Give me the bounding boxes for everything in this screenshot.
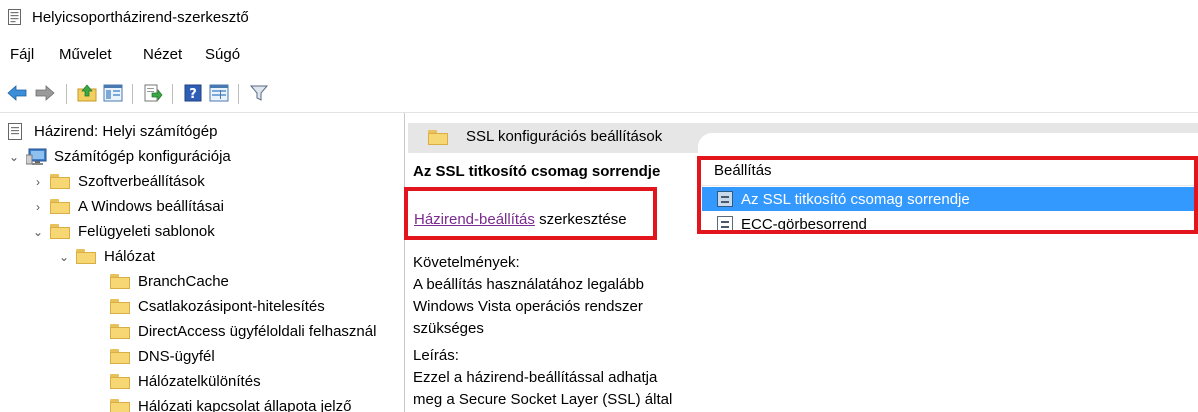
folder-icon (50, 174, 70, 189)
tree-item-label: Csatlakozásipont-hitelesítés (138, 298, 325, 315)
tree-item-admin-templates[interactable]: ⌄ Felügyeleti sablonok (30, 219, 215, 244)
folder-icon (110, 324, 130, 339)
details-pane: SSL konfigurációs beállítások Az SSL tit… (408, 113, 1198, 412)
column-header-setting[interactable]: Beállítás (714, 162, 772, 179)
chevron-down-icon[interactable]: ⌄ (6, 149, 22, 165)
column-header-line (702, 185, 1198, 186)
tree-root-label: Házirend: Helyi számítógép (34, 123, 218, 140)
folder-icon (428, 130, 448, 145)
description-text: Ezzel a házirend-beállítással adhatja me… (413, 369, 673, 408)
tree-item-dns-client[interactable]: DNS-ügyfél (110, 344, 215, 369)
folder-icon (110, 399, 130, 412)
tree-root[interactable]: Házirend: Helyi számítógép (8, 119, 217, 144)
list-item[interactable]: Az SSL titkosító csomag sorrendje (702, 187, 1198, 211)
edit-policy-line: Házirend-beállítás szerkesztése (414, 211, 627, 228)
policy-setting-icon (717, 216, 733, 232)
description: Leírás: Ezzel a házirend-beállítással ad… (413, 345, 689, 411)
tree-item-label: DirectAccess ügyféloldali felhasznál (138, 323, 377, 340)
tree-item-label: Hálózat (104, 248, 155, 265)
tree-item-network-isolation[interactable]: Hálózatelkülönítés (110, 369, 261, 394)
up-folder-icon[interactable] (76, 82, 98, 104)
toolbar-separator (132, 84, 133, 104)
computer-icon (26, 148, 47, 165)
chevron-right-icon[interactable]: › (30, 199, 46, 215)
requirements-label: Követelmények: (413, 254, 520, 271)
description-label: Leírás: (413, 347, 459, 364)
tree-item-computer-config[interactable]: ⌄ Számítógép konfigurációja (6, 144, 231, 169)
tree-item-hotspot-auth[interactable]: Csatlakozásipont-hitelesítés (110, 294, 325, 319)
tree-item-label: Felügyeleti sablonok (78, 223, 215, 240)
svg-text:?: ? (189, 87, 197, 102)
edit-policy-suffix: szerkesztése (534, 211, 627, 228)
policy-editor-icon (8, 9, 21, 25)
show-hide-tree-icon[interactable] (102, 82, 124, 104)
folder-icon (76, 249, 96, 264)
filter-icon[interactable] (248, 82, 270, 104)
header-notch (698, 133, 1198, 153)
chevron-right-icon[interactable]: › (30, 174, 46, 190)
tree-item-label: BranchCache (138, 273, 229, 290)
chevron-down-icon[interactable]: ⌄ (30, 224, 46, 240)
settings-list[interactable]: Beállítás Az SSL titkosító csomag sorren… (702, 153, 1198, 412)
toolbar-separator (66, 84, 67, 104)
policy-document-icon (8, 123, 22, 140)
tree-item-label: Hálózati kapcsolat állapota jelző (138, 398, 352, 412)
description-panel: Az SSL titkosító csomag sorrendje Házire… (408, 153, 694, 412)
list-item-label: Az SSL titkosító csomag sorrendje (741, 190, 970, 208)
folder-icon (110, 374, 130, 389)
folder-icon (110, 299, 130, 314)
title-bar: Helyicsoportházirend-szerkesztő (0, 0, 1198, 36)
menu-file[interactable]: Fájl (10, 46, 34, 63)
menu-view[interactable]: Nézet (143, 46, 182, 63)
tree-item-connectivity-indicator[interactable]: Hálózati kapcsolat állapota jelző (110, 394, 351, 412)
edit-policy-link[interactable]: Házirend-beállítás (414, 211, 535, 228)
tree-item-label: Hálózatelkülönítés (138, 373, 261, 390)
forward-arrow-icon[interactable] (34, 82, 56, 104)
toolbar: ? (0, 80, 1198, 108)
tree-item-directaccess[interactable]: DirectAccess ügyféloldali felhasznál (110, 319, 376, 344)
menu-help[interactable]: Súgó (205, 46, 240, 63)
requirements: Követelmények: A beállítás használatához… (413, 252, 689, 340)
folder-icon (110, 349, 130, 364)
menu-action[interactable]: Művelet (59, 46, 112, 63)
extended-view-icon[interactable] (208, 82, 230, 104)
tree-item-label: DNS-ügyfél (138, 348, 215, 365)
tree-item-software-settings[interactable]: › Szoftverbeállítások (30, 169, 205, 194)
toolbar-separator (238, 84, 239, 104)
list-item[interactable]: ECC-görbesorrend (702, 212, 1198, 236)
toolbar-separator (172, 84, 173, 104)
back-arrow-icon[interactable] (6, 82, 28, 104)
policy-setting-icon (717, 191, 733, 207)
window-title: Helyicsoportházirend-szerkesztő (32, 9, 249, 26)
policy-tree[interactable]: Házirend: Helyi számítógép ⌄ Számítógép … (0, 113, 405, 412)
chevron-down-icon[interactable]: ⌄ (56, 249, 72, 265)
folder-icon (110, 274, 130, 289)
tree-item-label: A Windows beállításai (78, 198, 224, 215)
tree-item-windows-settings[interactable]: › A Windows beállításai (30, 194, 224, 219)
tree-item-label: Szoftverbeállítások (78, 173, 205, 190)
requirements-text: A beállítás használatához legalább Windo… (413, 276, 645, 337)
export-list-icon[interactable] (142, 82, 164, 104)
folder-icon (50, 224, 70, 239)
list-item-label: ECC-görbesorrend (741, 215, 867, 233)
tree-item-branchcache[interactable]: BranchCache (110, 269, 229, 294)
tree-item-label: Számítógép konfigurációja (54, 148, 231, 165)
tree-item-network[interactable]: ⌄ Hálózat (56, 244, 155, 269)
details-header-title: SSL konfigurációs beállítások (466, 128, 663, 145)
folder-icon (50, 199, 70, 214)
help-icon[interactable]: ? (182, 82, 204, 104)
setting-title: Az SSL titkosító csomag sorrendje (413, 163, 661, 180)
